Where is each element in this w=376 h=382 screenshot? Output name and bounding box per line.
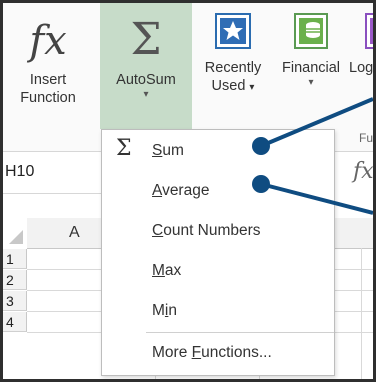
- callout-dot-sum: [252, 137, 270, 155]
- excel-window: fx Insert Function Σ AutoSum ▾ Recently …: [0, 0, 376, 382]
- callout-pointers: [252, 97, 373, 215]
- callout-dot-average: [252, 175, 270, 193]
- callout-line-average: [260, 182, 373, 215]
- callout-line-sum: [260, 97, 373, 148]
